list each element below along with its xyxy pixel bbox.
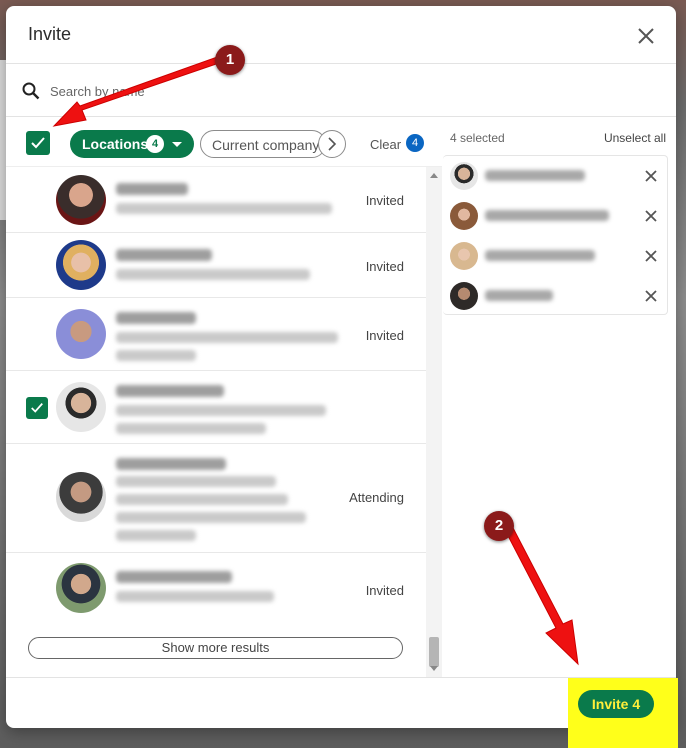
remove-selected-button[interactable] <box>642 247 660 265</box>
avatar <box>56 240 106 290</box>
invite-modal: Invite Locations 4 Current company Clear <box>6 6 676 728</box>
result-row[interactable] <box>6 371 426 444</box>
current-company-filter-button[interactable]: Current company <box>200 130 326 158</box>
scrollbar-thumb[interactable] <box>429 637 439 667</box>
invite-status: Invited <box>365 193 404 208</box>
blurred-headline <box>116 512 306 523</box>
blurred-name <box>485 170 585 181</box>
avatar <box>450 242 478 270</box>
blurred-headline <box>116 423 266 434</box>
show-more-results-button[interactable]: Show more results <box>28 637 403 659</box>
close-icon <box>645 210 657 222</box>
avatar <box>56 309 106 359</box>
scroll-up-icon[interactable] <box>430 173 438 178</box>
selected-item <box>443 276 668 316</box>
checkmark-icon <box>31 137 45 149</box>
blurred-headline <box>116 530 196 541</box>
blurred-name <box>485 290 553 301</box>
filters-next-button[interactable] <box>318 130 346 158</box>
current-company-label: Current company <box>212 137 320 153</box>
avatar <box>56 175 106 225</box>
blurred-name <box>116 458 226 470</box>
filter-bar: Locations 4 Current company Clear 4 <box>6 117 442 167</box>
results-scrollbar[interactable] <box>426 167 442 677</box>
selected-item <box>443 196 668 236</box>
unselect-all-button[interactable]: Unselect all <box>604 131 666 145</box>
selected-item <box>443 236 668 276</box>
modal-header: Invite <box>6 6 676 64</box>
modal-title: Invite <box>28 24 72 44</box>
blurred-headline <box>116 494 288 505</box>
close-icon <box>645 170 657 182</box>
close-icon <box>645 250 657 262</box>
clear-filters-button[interactable]: Clear <box>370 137 401 152</box>
caret-down-icon <box>172 142 182 147</box>
search-input[interactable] <box>50 77 310 105</box>
selected-pane: 4 selected Unselect all <box>443 117 676 677</box>
blurred-headline <box>116 332 338 343</box>
results-pane: Locations 4 Current company Clear 4 Invi… <box>6 117 442 677</box>
avatar <box>450 162 478 190</box>
avatar <box>56 563 106 613</box>
blurred-name <box>485 210 609 221</box>
close-button[interactable] <box>634 24 658 48</box>
blurred-name <box>116 385 224 397</box>
selected-count: 4 selected <box>450 131 505 145</box>
blurred-headline <box>116 405 326 416</box>
clear-count-badge: 4 <box>406 134 424 152</box>
invite-status: Invited <box>365 259 404 274</box>
remove-selected-button[interactable] <box>642 287 660 305</box>
invite-status: Attending <box>349 490 404 505</box>
blurred-name <box>485 250 595 261</box>
result-row[interactable]: Invited <box>6 553 426 625</box>
blurred-name <box>116 183 188 195</box>
blurred-headline <box>116 350 196 361</box>
checkmark-icon <box>31 403 43 413</box>
locations-filter-button[interactable]: Locations 4 <box>70 130 194 158</box>
remove-selected-button[interactable] <box>642 207 660 225</box>
invite-button[interactable]: Invite 4 <box>578 690 654 718</box>
chevron-right-icon <box>328 137 337 151</box>
locations-count-badge: 4 <box>146 135 164 153</box>
result-row[interactable]: Invited <box>6 233 426 298</box>
invite-status: Invited <box>365 328 404 343</box>
selected-list <box>443 155 668 315</box>
blurred-name <box>116 312 196 324</box>
blurred-name <box>116 571 232 583</box>
result-row[interactable]: Invited <box>6 167 426 233</box>
blurred-headline <box>116 476 276 487</box>
annotation-badge-2: 2 <box>484 511 514 541</box>
search-icon <box>22 82 40 100</box>
blurred-headline <box>116 591 274 602</box>
avatar <box>56 382 106 432</box>
avatar <box>450 282 478 310</box>
remove-selected-button[interactable] <box>642 167 660 185</box>
close-icon <box>645 290 657 302</box>
select-all-checkbox[interactable] <box>26 131 50 155</box>
result-row[interactable]: Invited <box>6 298 426 371</box>
locations-filter-label: Locations <box>82 136 149 152</box>
avatar <box>450 202 478 230</box>
blurred-headline <box>116 269 310 280</box>
blurred-headline <box>116 203 332 214</box>
row-checkbox[interactable] <box>26 397 48 419</box>
annotation-badge-1: 1 <box>215 45 245 75</box>
scroll-down-icon[interactable] <box>430 666 438 671</box>
search-row <box>6 65 676 117</box>
result-row[interactable]: Attending <box>6 444 426 553</box>
invite-status: Invited <box>365 583 404 598</box>
avatar <box>56 472 106 522</box>
blurred-name <box>116 249 212 261</box>
close-icon <box>638 28 654 44</box>
results-list: Invited Invited Invited Attending Invite… <box>6 167 426 677</box>
selected-item <box>443 156 668 196</box>
